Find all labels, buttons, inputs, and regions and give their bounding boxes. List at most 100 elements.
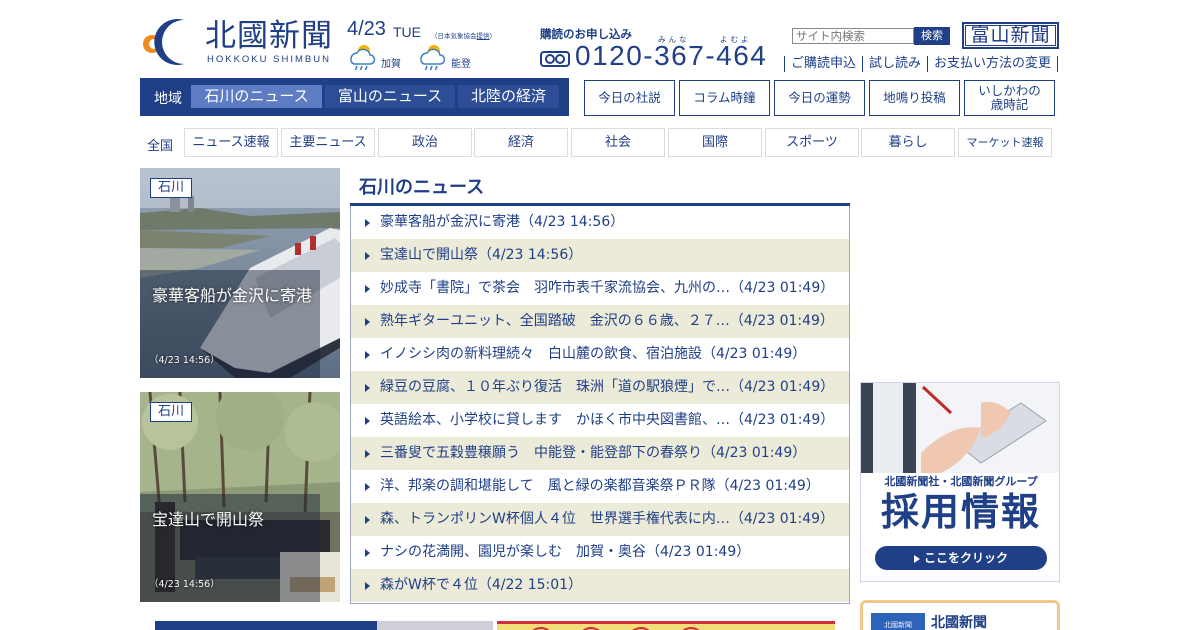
news-item-text: 熟年ギターユニット、全国踏破 金沢の６６歳、２７…（4/23 01:49） <box>380 313 834 329</box>
news-item[interactable]: 森がW杯で４位（4/22 15:01） <box>351 569 849 602</box>
news-item-text: ナシの花満開、園児が楽しむ 加賀・奥谷（4/23 01:49） <box>380 544 751 560</box>
bullet-arrow-icon <box>365 252 370 260</box>
editorial-button[interactable]: 今日の社説 <box>584 80 675 116</box>
bullet-arrow-icon <box>365 450 370 458</box>
news-item-text: 森がW杯で４位（4/22 15:01） <box>380 577 583 593</box>
photo-title[interactable]: 宝達山で開山祭 <box>152 506 264 530</box>
trial-read-link[interactable]: 試し読み <box>862 56 927 72</box>
bullet-arrow-icon <box>365 483 370 491</box>
weather-credit-link[interactable]: 提供 <box>477 32 490 40</box>
column-jisho-button[interactable]: コラム時鐘 <box>679 80 770 116</box>
phone-number[interactable]: 0120-367-464 <box>575 40 767 72</box>
region-tag: 石川 <box>150 402 192 422</box>
site-logo[interactable]: 北國新聞 HOKKOKU SHIMBUN <box>140 16 340 66</box>
tab-top-news[interactable]: 主要ニュース <box>281 128 375 157</box>
tab-breaking-news[interactable]: ニュース速報 <box>184 128 278 157</box>
national-label: 全国 <box>147 139 174 154</box>
bullet-arrow-icon <box>365 417 370 425</box>
news-item-text: イノシシ肉の新料理続々 白山麓の飲食、宿泊施設（4/23 01:49） <box>380 346 807 362</box>
bottom-banner-1[interactable] <box>155 621 493 630</box>
news-item[interactable]: 洋、邦楽の調和堪能して 風と緑の楽都音楽祭ＰＲ隊（4/23 01:49） <box>351 470 849 503</box>
news-item[interactable]: 緑豆の豆腐、１０年ぶり復活 珠洲「道の駅狼煙」で…（4/23 01:49） <box>351 371 849 404</box>
date-weather: 4/23 TUE （日本気象協会提供） 加賀 能登 <box>347 18 517 74</box>
saijiki-button[interactable]: いしかわの 歳時記 <box>964 80 1055 116</box>
toyama-shimbun-link[interactable]: 富山新聞 <box>962 22 1059 49</box>
promo-box[interactable]: 北國新聞 北國新聞 <box>860 600 1060 630</box>
payment-change-link[interactable]: お支払い方法の変更 <box>927 56 1059 72</box>
bullet-arrow-icon <box>365 549 370 557</box>
region-tag: 石川 <box>150 178 192 198</box>
news-item[interactable]: 森、トランポリンW杯個人４位 世界選手権代表に内…（4/23 01:49） <box>351 503 849 536</box>
tab-market-news[interactable]: マーケット速報 <box>958 128 1052 157</box>
recruit-click-button[interactable]: ここをクリック <box>875 546 1047 570</box>
news-item[interactable]: 三番叟で五穀豊穣願う 中能登・能登部下の春祭り（4/23 01:49） <box>351 437 849 470</box>
play-arrow-icon <box>913 554 920 563</box>
news-item-text: 妙成寺「書院」で茶会 羽咋市表千家流協会、九州の…（4/23 01:49） <box>380 280 835 296</box>
news-item-text: 宝達山で開山祭（4/23 14:56） <box>380 247 583 263</box>
region-nav-label: 地域 <box>154 91 182 107</box>
recruit-subtitle: 北國新聞社・北國新聞グループ <box>884 475 1038 488</box>
news-item-text: 森、トランポリンW杯個人４位 世界選手権代表に内…（4/23 01:49） <box>380 511 835 527</box>
tab-society[interactable]: 社会 <box>571 128 665 157</box>
logo-roman: HOKKOKU SHIMBUN <box>207 54 331 65</box>
news-item[interactable]: 豪華客船が金沢に寄港（4/23 14:56） <box>351 206 849 239</box>
bullet-arrow-icon <box>365 516 370 524</box>
weather-noto[interactable]: 能登 <box>417 42 487 72</box>
search-input[interactable] <box>792 28 914 44</box>
news-item[interactable]: 妙成寺「書院」で茶会 羽咋市表千家流協会、九州の…（4/23 01:49） <box>351 272 849 305</box>
news-item[interactable]: イノシシ肉の新料理続々 白山麓の飲食、宿泊施設（4/23 01:49） <box>351 338 849 371</box>
news-item[interactable]: ナシの花満開、園児が楽しむ 加賀・奥谷（4/23 01:49） <box>351 536 849 569</box>
bullet-arrow-icon <box>365 582 370 590</box>
free-dial-icon <box>540 51 570 67</box>
tab-economy[interactable]: 経済 <box>474 128 568 157</box>
news-item[interactable]: 英語絵本、小学校に貸します かほく市中央図書館、…（4/23 01:49） <box>351 404 849 437</box>
tab-toyama-news[interactable]: 富山のニュース <box>325 85 455 108</box>
bullet-arrow-icon <box>365 384 370 392</box>
bullet-arrow-icon <box>365 285 370 293</box>
photo-time: （4/23 14:56） <box>149 355 220 366</box>
tab-sports[interactable]: スポーツ <box>765 128 859 157</box>
weather-credit-suffix: ） <box>489 32 497 40</box>
news-item[interactable]: 熟年ギターユニット、全国踏破 金沢の６６歳、２７…（4/23 01:49） <box>351 305 849 338</box>
promo-logo: 北國新聞 <box>871 613 925 630</box>
photo-time: （4/23 14:56） <box>149 579 220 590</box>
sun-rain-icon <box>350 45 376 71</box>
news-section-header: 石川のニュース <box>350 168 850 206</box>
tab-politics[interactable]: 政治 <box>378 128 472 157</box>
news-section-title: 石川のニュース <box>359 177 485 198</box>
promo-title: 北國新聞 <box>931 615 987 630</box>
date: 4/23 <box>347 18 386 40</box>
search-button[interactable]: 検索 <box>914 27 950 45</box>
recruit-title: 採用情報 <box>880 490 1041 534</box>
horoscope-button[interactable]: 今日の運勢 <box>774 80 865 116</box>
utility-links: ご購読申込 試し読み お支払い方法の変更 <box>784 56 1059 74</box>
news-item[interactable]: 宝達山で開山祭（4/23 14:56） <box>351 239 849 272</box>
region-nav: 地域 石川のニュース 富山のニュース 北陸の経済 <box>140 78 569 116</box>
reader-post-button[interactable]: 地鳴り投稿 <box>869 80 960 116</box>
recruit-banner[interactable]: 北國新聞社・北國新聞グループ 採用情報 ここをクリック <box>860 382 1060 582</box>
subscription-link[interactable]: ご購読申込 <box>784 56 862 72</box>
tab-lifestyle[interactable]: 暮らし <box>861 128 955 157</box>
weather-credit: （日本気象協会提供） <box>431 30 496 40</box>
bullet-arrow-icon <box>365 318 370 326</box>
news-item-text: 洋、邦楽の調和堪能して 風と緑の楽都音楽祭ＰＲ隊（4/23 01:49） <box>380 478 820 494</box>
photo-story-cruise-ship[interactable]: 石川 豪華客船が金沢に寄港 （4/23 14:56） <box>140 168 340 378</box>
weather-credit-prefix: （日本気象協会 <box>431 32 477 40</box>
recruit-click-label: ここをクリック <box>923 551 1008 565</box>
weather-region-label: 加賀 <box>381 59 401 70</box>
logo-mark-icon <box>143 19 184 65</box>
tab-international[interactable]: 国際 <box>668 128 762 157</box>
photo-story-hodatsu-festival[interactable]: 石川 宝達山で開山祭 （4/23 14:56） <box>140 392 340 602</box>
day-of-week: TUE <box>393 24 421 40</box>
bottom-banner-2[interactable] <box>497 621 835 630</box>
photo-title[interactable]: 豪華客船が金沢に寄港 <box>152 282 312 306</box>
weather-kaga[interactable]: 加賀 <box>347 42 417 72</box>
tab-hokuriku-economy[interactable]: 北陸の経済 <box>458 85 559 108</box>
news-list: 豪華客船が金沢に寄港（4/23 14:56） 宝達山で開山祭（4/23 14:5… <box>350 206 850 604</box>
logo-kanji: 北國新聞 <box>205 18 333 54</box>
news-item-text: 三番叟で五穀豊穣願う 中能登・能登部下の春祭り（4/23 01:49） <box>380 445 807 461</box>
subscribe-block[interactable]: 購読のお申し込み みんな よむよ 0120-367-464 <box>540 24 780 76</box>
tab-ishikawa-news[interactable]: 石川のニュース <box>191 85 322 108</box>
news-item-text: 英語絵本、小学校に貸します かほく市中央図書館、…（4/23 01:49） <box>380 412 835 428</box>
bullet-arrow-icon <box>365 351 370 359</box>
